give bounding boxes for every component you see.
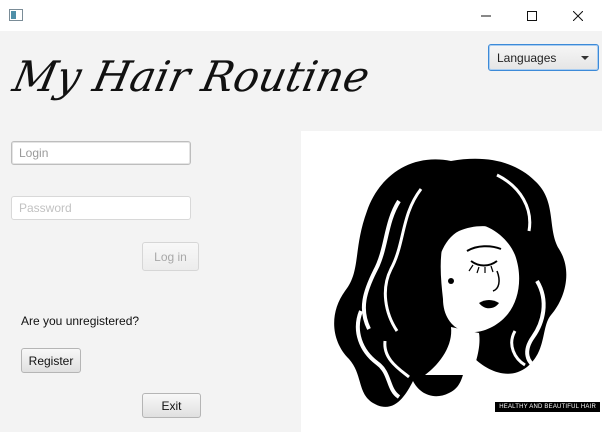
exit-button[interactable]: Exit (142, 393, 201, 418)
app-window-icon (9, 9, 23, 21)
login-button[interactable]: Log in (142, 242, 199, 271)
title-bar (0, 0, 602, 31)
maximize-icon (527, 10, 537, 21)
language-select[interactable]: Languages (488, 44, 599, 71)
app-title: My Hair Routine (8, 52, 375, 101)
password-input[interactable] (11, 196, 191, 220)
chevron-down-icon (581, 56, 589, 60)
hero-image: HEALTHY AND BEAUTIFUL HAIR (301, 131, 602, 432)
language-select-value: Languages (497, 50, 557, 65)
register-button[interactable]: Register (21, 348, 81, 373)
woman-with-long-wavy-hair-illustration (334, 158, 567, 407)
maximize-button[interactable] (509, 0, 555, 31)
minimize-icon (481, 15, 491, 16)
unregistered-label: Are you unregistered? (21, 314, 140, 328)
hero-caption: HEALTHY AND BEAUTIFUL HAIR (495, 402, 600, 412)
login-input[interactable] (11, 141, 191, 165)
close-button[interactable] (555, 0, 601, 31)
minimize-button[interactable] (463, 0, 509, 31)
close-icon (573, 10, 583, 21)
